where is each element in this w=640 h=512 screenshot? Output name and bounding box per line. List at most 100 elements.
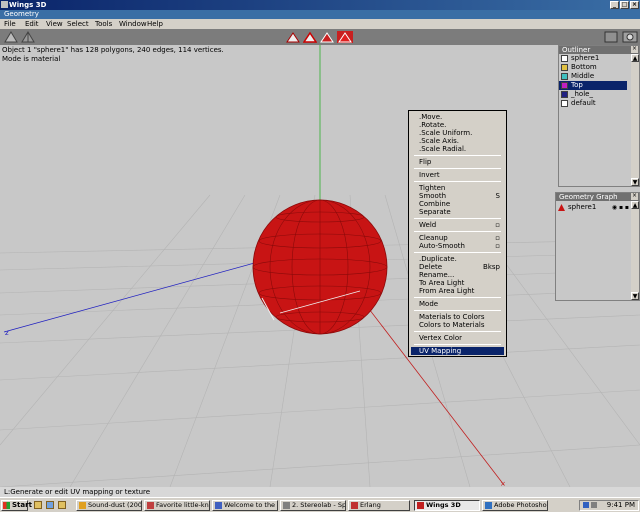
minimize-button[interactable]: _	[610, 1, 619, 9]
menu-item-scale-radial[interactable]: .Scale Radial.	[411, 145, 504, 153]
menu-item-label: Materials to Colors	[419, 313, 485, 321]
menu-item-shortcut: Bksp	[483, 263, 500, 271]
menu-item-scale-axis[interactable]: .Scale Axis.	[411, 137, 504, 145]
menu-item-vertex-color[interactable]: Vertex Color	[411, 334, 504, 342]
close-button[interactable]: ×	[630, 1, 639, 9]
menu-item-delete[interactable]: Delete Bksp	[411, 263, 504, 271]
menu-item-flip[interactable]: Flip	[411, 158, 504, 166]
menu-bar: File Edit View Select Tools Window Help	[0, 19, 640, 29]
material-swatch-icon	[561, 55, 568, 62]
menu-item-separate[interactable]: Separate	[411, 208, 504, 216]
taskbar-button[interactable]: 2. Stereolab - Spac...	[280, 500, 346, 511]
quicklaunch-folder-icon[interactable]	[58, 501, 66, 509]
vertex-mode-icon[interactable]	[286, 31, 300, 43]
menu-item-move[interactable]: .Move.	[411, 113, 504, 121]
menu-item-from-area-light[interactable]: From Area Light	[411, 287, 504, 295]
outliner-list: sphere1 Bottom Middle Top _hole_ default	[559, 54, 639, 108]
menu-item-rotate[interactable]: .Rotate.	[411, 121, 504, 129]
edge-mode-icon[interactable]	[303, 31, 317, 43]
taskbar-button[interactable]: Erlang	[348, 500, 410, 511]
geometry-graph-item[interactable]: sphere1 ◉ ▪ ▪	[556, 203, 639, 212]
quicklaunch-browser-icon[interactable]	[46, 501, 54, 509]
outliner-item[interactable]: Top	[559, 81, 627, 90]
outliner-item[interactable]: _hole_	[559, 90, 639, 99]
geometry-graph-close-button[interactable]: ×	[631, 193, 638, 200]
menu-edit[interactable]: Edit	[25, 19, 39, 29]
outliner-scrollbar[interactable]: ▲ ▼	[631, 54, 639, 186]
menu-item-rename[interactable]: Rename...	[411, 271, 504, 279]
outliner-item[interactable]: default	[559, 99, 639, 108]
taskbar-app-icon	[417, 502, 424, 509]
menu-help[interactable]: Help	[147, 19, 163, 29]
object-info-text: Object 1 "sphere1" has 128 polygons, 240…	[2, 46, 224, 54]
scroll-down-icon[interactable]: ▼	[631, 292, 639, 300]
menu-item-label: Weld	[419, 221, 437, 229]
menu-item-colors-to-materials[interactable]: Colors to Materials	[411, 321, 504, 329]
material-swatch-icon	[561, 82, 568, 89]
body-mode-icon[interactable]	[337, 31, 353, 43]
menu-item-mode[interactable]: Mode	[411, 300, 504, 308]
menu-item-label: Combine	[419, 200, 451, 208]
menu-item-label: Delete	[419, 263, 442, 271]
menu-item-invert[interactable]: Invert	[411, 171, 504, 179]
outliner-item-label: Top	[571, 81, 583, 89]
menu-item-tighten[interactable]: Tighten	[411, 184, 504, 192]
taskbar-button[interactable]: Welcome to the Art ...	[212, 500, 278, 511]
toolbar	[0, 29, 640, 45]
menu-view[interactable]: View	[46, 19, 63, 29]
taskbar-app-icon	[351, 502, 358, 509]
menu-item-materials-to-colors[interactable]: Materials to Colors	[411, 313, 504, 321]
outliner-item-label: sphere1	[571, 54, 600, 62]
menu-item-label: Mode	[419, 300, 439, 308]
scroll-down-icon[interactable]: ▼	[631, 178, 639, 186]
geometry-graph-scrollbar[interactable]: ▲ ▼	[631, 201, 639, 300]
outliner-title-bar[interactable]: Outliner ×	[559, 46, 639, 54]
taskbar-button-label: Welcome to the Art ...	[224, 501, 277, 509]
menu-select[interactable]: Select	[67, 19, 89, 29]
outliner-item[interactable]: sphere1	[559, 54, 639, 63]
menu-item-weld[interactable]: Weld ▫	[411, 221, 504, 229]
menu-item-scale-uniform[interactable]: .Scale Uniform.	[411, 129, 504, 137]
smooth-preview-icon[interactable]	[4, 31, 18, 43]
start-button[interactable]: Start	[1, 500, 32, 511]
sphere-mesh[interactable]	[252, 199, 388, 335]
tray-volume-icon[interactable]	[591, 502, 597, 508]
menu-item-smooth[interactable]: Smooth S	[411, 192, 504, 200]
outliner-item-label: _hole_	[571, 90, 593, 98]
menu-file[interactable]: File	[4, 19, 16, 29]
taskbar-button[interactable]: Sound-dust (2001)	[76, 500, 142, 511]
taskbar-button[interactable]: Wings 3D	[414, 500, 480, 511]
taskbar-button[interactable]: Adobe Photoshop	[482, 500, 548, 511]
menu-item-combine[interactable]: Combine	[411, 200, 504, 208]
scroll-up-icon[interactable]: ▲	[631, 201, 639, 209]
geometry-graph-title-bar[interactable]: Geometry Graph ×	[556, 193, 639, 201]
menu-item-uv-mapping[interactable]: UV Mapping	[411, 347, 504, 355]
quicklaunch-desktop-icon[interactable]	[34, 501, 42, 509]
menu-item-label: .Scale Uniform.	[419, 129, 473, 137]
geometry-window-title: Geometry	[0, 10, 640, 19]
menu-tools[interactable]: Tools	[95, 19, 112, 29]
scroll-up-icon[interactable]: ▲	[631, 54, 639, 62]
system-tray: 9:41 PM	[579, 500, 639, 511]
taskbar-button-label: Sound-dust (2001)	[88, 501, 142, 509]
menu-item-auto-smooth[interactable]: Auto-Smooth ▫	[411, 242, 504, 250]
outliner-close-button[interactable]: ×	[631, 46, 638, 53]
menu-item-duplicate[interactable]: .Duplicate.	[411, 255, 504, 263]
perspective-icon[interactable]	[604, 31, 618, 43]
outliner-item[interactable]: Middle	[559, 72, 639, 81]
menu-item-cleanup[interactable]: Cleanup ▫	[411, 234, 504, 242]
taskbar-button[interactable]: Favorite little-know...	[144, 500, 210, 511]
outliner-item[interactable]: Bottom	[559, 63, 639, 72]
menu-window[interactable]: Window	[119, 19, 147, 29]
menu-item-to-area-light[interactable]: To Area Light	[411, 279, 504, 287]
visibility-icons[interactable]: ◉ ▪ ▪	[612, 203, 629, 212]
wireframe-icon[interactable]	[21, 31, 35, 43]
maximize-button[interactable]: □	[620, 1, 629, 9]
tray-network-icon[interactable]	[583, 502, 589, 508]
face-mode-icon[interactable]	[320, 31, 334, 43]
camera-icon[interactable]	[622, 31, 638, 43]
window-title-bar[interactable]: Wings 3D _ □ ×	[0, 0, 640, 10]
taskbar-button-label: Favorite little-know...	[156, 501, 209, 509]
menu-item-label: .Scale Axis.	[419, 137, 460, 145]
3d-viewport[interactable]: z × Object 1 "sphere1" has 128 polygons,…	[0, 45, 640, 487]
